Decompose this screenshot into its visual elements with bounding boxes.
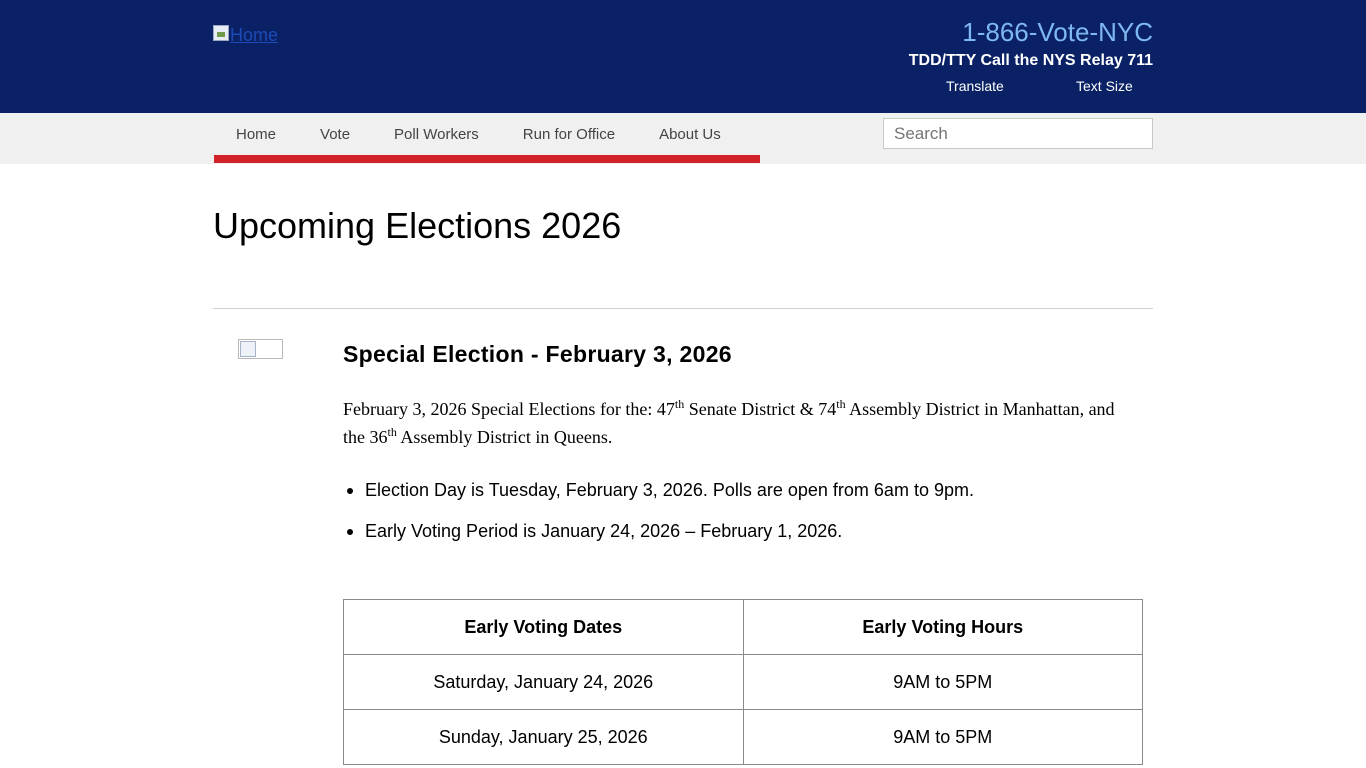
- site-header: Home 1-866-Vote-NYC TDD/TTY Call the NYS…: [0, 0, 1366, 113]
- phone-number[interactable]: 1-866-Vote-NYC: [962, 17, 1153, 48]
- search-input[interactable]: [883, 118, 1153, 149]
- table-cell-date: Sunday, January 25, 2026: [343, 709, 744, 765]
- intro-text-1: February 3, 2026 Special Elections for t…: [343, 399, 675, 419]
- translate-link[interactable]: Translate: [946, 78, 1004, 94]
- intro-sup-2: th: [836, 397, 846, 411]
- relay-info: TDD/TTY Call the NYS Relay 711: [908, 52, 1153, 69]
- list-item: Election Day is Tuesday, February 3, 202…: [347, 478, 974, 519]
- intro-text-4: Assembly District in Queens.: [396, 427, 613, 447]
- home-logo-link[interactable]: Home: [213, 25, 278, 46]
- column-header-hours: Early Voting Hours: [742, 599, 1144, 655]
- table-cell-hours: 9AM to 5PM: [742, 709, 1144, 765]
- intro-text-2: Senate District & 74: [684, 399, 837, 419]
- table-row: Sunday, January 25, 2026 9AM to 5PM: [343, 709, 1144, 765]
- nav-accent-bar: [214, 155, 760, 163]
- early-voting-table: Early Voting Dates Early Voting Hours Sa…: [343, 599, 1144, 765]
- election-title: Special Election - February 3, 2026: [343, 341, 732, 367]
- divider: [213, 308, 1153, 309]
- nav-item-about-us[interactable]: About Us: [637, 113, 743, 155]
- election-thumbnail-image: [238, 339, 283, 359]
- table-cell-hours: 9AM to 5PM: [742, 654, 1144, 710]
- intro-sup-3: th: [387, 425, 397, 439]
- table-row: Saturday, January 24, 2026 9AM to 5PM: [343, 654, 1144, 710]
- nav-item-vote[interactable]: Vote: [298, 113, 372, 155]
- election-bullets: Election Day is Tuesday, February 3, 202…: [347, 478, 974, 560]
- nav-item-run-for-office[interactable]: Run for Office: [501, 113, 637, 155]
- logo-alt-text: Home: [230, 25, 279, 45]
- election-intro: February 3, 2026 Special Elections for t…: [343, 395, 1123, 451]
- table-header-row: Early Voting Dates Early Voting Hours: [343, 599, 1144, 655]
- nav-item-home[interactable]: Home: [214, 113, 298, 155]
- list-item: Early Voting Period is January 24, 2026 …: [347, 519, 974, 560]
- column-header-dates: Early Voting Dates: [343, 599, 744, 655]
- table-cell-date: Saturday, January 24, 2026: [343, 654, 744, 710]
- text-size-link[interactable]: Text Size: [1076, 78, 1133, 94]
- intro-sup-1: th: [674, 397, 685, 411]
- nav-item-poll-workers[interactable]: Poll Workers: [372, 113, 501, 155]
- broken-image-icon: [213, 25, 229, 41]
- page-title: Upcoming Elections 2026: [213, 205, 622, 246]
